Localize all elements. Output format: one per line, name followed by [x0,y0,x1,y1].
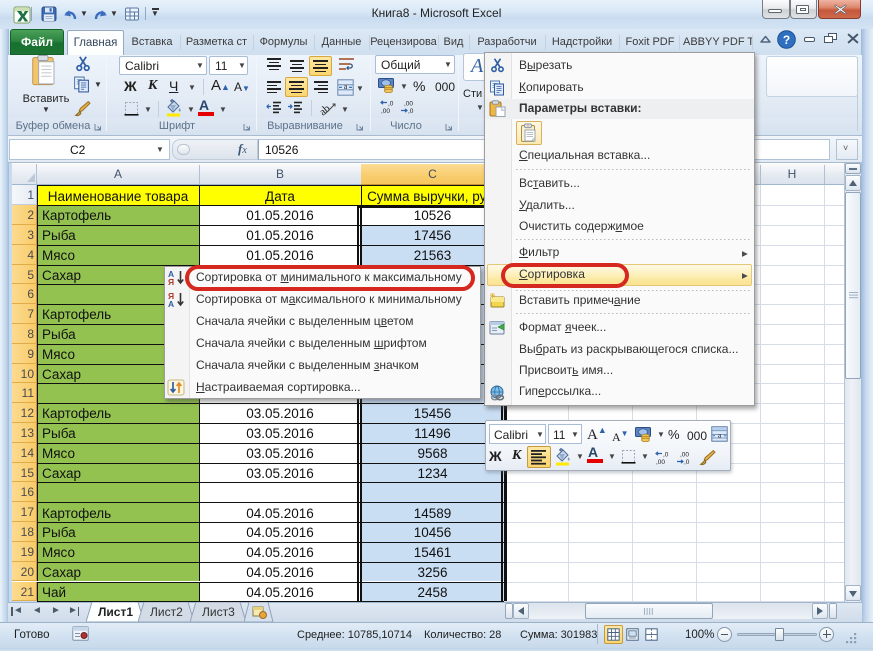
svg-text:,00: ,00 [680,452,689,459]
svg-text:,0: ,0 [408,108,414,114]
svg-text:,0: ,0 [663,452,669,459]
svg-text:,00: ,00 [656,459,665,465]
svg-text:,0: ,0 [388,101,394,108]
svg-text:a: a [344,82,348,91]
svg-text:,00: ,00 [404,101,413,108]
svg-text:ab: ab [320,102,333,118]
svg-text:Я: Я [168,277,174,286]
svg-text:?: ? [783,33,790,47]
svg-text:,0: ,0 [684,459,690,465]
svg-text:,00: ,00 [381,108,390,114]
svg-text:А: А [168,299,174,308]
